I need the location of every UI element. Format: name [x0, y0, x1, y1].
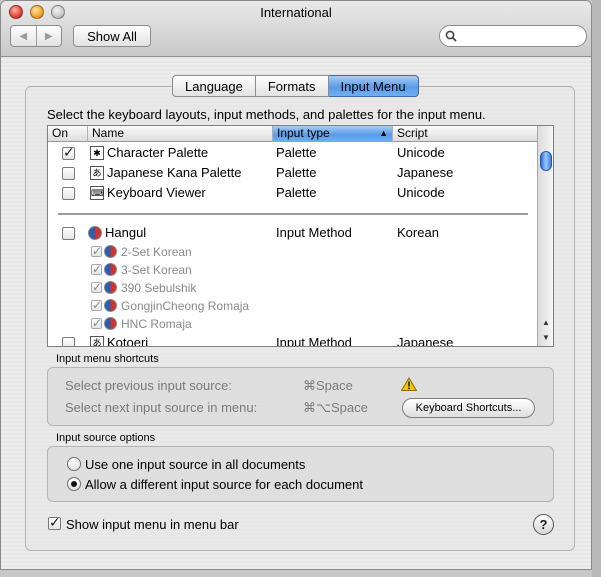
row-name: 390 Sebulshik — [121, 281, 197, 295]
column-header-input-type-label: Input type — [277, 126, 330, 140]
show-input-menu-label[interactable]: Show input menu in menu bar — [66, 517, 239, 532]
scroll-down-arrow-icon[interactable]: ▼ — [538, 331, 553, 345]
next-source-shortcut: ⌘⌥Space — [303, 400, 368, 415]
next-source-label: Select next input source in menu: — [65, 400, 258, 415]
show-input-menu-checkbox[interactable] — [48, 514, 61, 531]
character-palette-icon: ✱ — [90, 146, 104, 160]
row-script: Japanese — [397, 335, 454, 347]
radio-one-source-label[interactable]: Use one input source in all documents — [85, 457, 305, 472]
table-vertical-scrollbar[interactable]: ▲ ▼ — [537, 126, 553, 346]
row-input-type: Input Method — [276, 225, 352, 240]
row-enable-checkbox[interactable] — [62, 167, 75, 180]
keyboard-shortcuts-button[interactable]: Keyboard Shortcuts... — [402, 398, 535, 418]
kotoeri-icon: あ — [90, 336, 104, 346]
row-name: Character Palette — [107, 145, 209, 160]
table-row[interactable]: あ Kotoeri Input Method Japanese — [48, 333, 537, 347]
table-row[interactable]: 390 Sebulshik — [48, 279, 537, 297]
scrollbar-thumb[interactable] — [540, 151, 552, 171]
row-enable-checkbox[interactable] — [62, 227, 75, 240]
row-name: 2-Set Korean — [121, 245, 192, 259]
table-row[interactable]: 3-Set Korean — [48, 261, 537, 279]
table-row[interactable]: あ Japanese Kana Palette Palette Japanese — [48, 163, 537, 183]
sub-item-checkbox[interactable] — [91, 316, 102, 330]
row-name: 3-Set Korean — [121, 263, 192, 277]
radio-one-source-all-documents[interactable] — [67, 457, 81, 471]
table-row[interactable]: Hangul Input Method Korean — [48, 223, 537, 243]
row-name: HNC Romaja — [121, 317, 192, 331]
window-title: International — [260, 5, 332, 20]
row-script: Japanese — [397, 165, 454, 180]
korean-flag-icon — [88, 226, 102, 240]
korean-flag-icon — [104, 281, 117, 294]
title-bar: International ◀ ▶ Show All — [1, 1, 591, 57]
row-input-type: Input Method — [276, 335, 352, 347]
column-header-name[interactable]: Name — [88, 126, 273, 142]
row-input-type: Palette — [276, 165, 317, 180]
preferences-window: International ◀ ▶ Show All Language Form… — [0, 0, 592, 570]
tab-bar: Language Formats Input Menu — [172, 75, 419, 97]
search-field[interactable] — [439, 25, 587, 47]
shortcuts-section-label: Input menu shortcuts — [56, 353, 159, 365]
sub-item-checkbox[interactable] — [91, 298, 102, 312]
table-row[interactable]: HNC Romaja — [48, 315, 537, 333]
sub-item-checkbox[interactable] — [91, 280, 102, 294]
search-icon — [445, 30, 457, 42]
row-name: Keyboard Viewer — [107, 185, 206, 200]
sub-item-checkbox[interactable] — [91, 244, 102, 258]
tab-formats[interactable]: Formats — [255, 75, 329, 97]
input-menu-description: Select the keyboard layouts, input metho… — [47, 107, 486, 122]
tab-input-menu[interactable]: Input Menu — [328, 75, 419, 97]
row-enable-checkbox[interactable] — [62, 187, 75, 200]
row-name: Japanese Kana Palette — [107, 165, 242, 180]
row-script: Unicode — [397, 185, 445, 200]
input-sources-table: On Name Input type ▲ Script ✱ Character … — [47, 125, 554, 347]
sort-ascending-icon: ▲ — [379, 128, 388, 138]
korean-flag-icon — [104, 299, 117, 312]
korean-flag-icon — [104, 317, 117, 330]
kana-palette-icon: あ — [90, 166, 104, 180]
row-enable-checkbox[interactable] — [62, 337, 75, 346]
group-separator — [58, 213, 528, 215]
radio-per-document-label[interactable]: Allow a different input source for each … — [85, 477, 363, 492]
korean-flag-icon — [104, 245, 117, 258]
row-input-type: Palette — [276, 185, 317, 200]
background-window-edge — [592, 0, 601, 577]
source-options-box — [47, 446, 554, 502]
table-row[interactable]: ✱ Character Palette Palette Unicode — [48, 143, 537, 163]
radio-source-per-document[interactable] — [67, 477, 81, 491]
table-row[interactable]: GongjinCheong Romaja — [48, 297, 537, 315]
row-name: GongjinCheong Romaja — [121, 299, 250, 313]
row-input-type: Palette — [276, 145, 317, 160]
scroll-up-arrow-icon[interactable]: ▲ — [538, 316, 553, 330]
tab-language[interactable]: Language — [172, 75, 256, 97]
previous-source-shortcut: ⌘Space — [303, 378, 353, 393]
column-header-input-type[interactable]: Input type ▲ — [273, 126, 393, 142]
back-forward-control: ◀ ▶ — [10, 25, 62, 47]
row-enable-checkbox[interactable] — [62, 144, 75, 161]
table-row[interactable]: ⌨ Keyboard Viewer Palette Unicode — [48, 183, 537, 203]
row-name: Kotoeri — [107, 335, 149, 347]
korean-flag-icon — [104, 263, 117, 276]
help-button[interactable]: ? — [533, 514, 554, 535]
keyboard-viewer-icon: ⌨ — [90, 186, 104, 200]
row-name: Hangul — [105, 225, 147, 240]
row-script: Korean — [397, 225, 439, 240]
source-options-section-label: Input source options — [56, 432, 156, 444]
forward-button[interactable]: ▶ — [35, 26, 62, 46]
row-script: Unicode — [397, 145, 445, 160]
column-header-script[interactable]: Script — [393, 126, 537, 142]
table-row[interactable]: 2-Set Korean — [48, 243, 537, 261]
column-header-on[interactable]: On — [48, 126, 88, 142]
table-header: On Name Input type ▲ Script — [48, 126, 537, 142]
warning-icon — [401, 377, 417, 391]
show-all-button[interactable]: Show All — [73, 25, 151, 47]
back-button[interactable]: ◀ — [11, 26, 36, 46]
previous-source-label: Select previous input source: — [65, 378, 232, 393]
sub-item-checkbox[interactable] — [91, 262, 102, 276]
